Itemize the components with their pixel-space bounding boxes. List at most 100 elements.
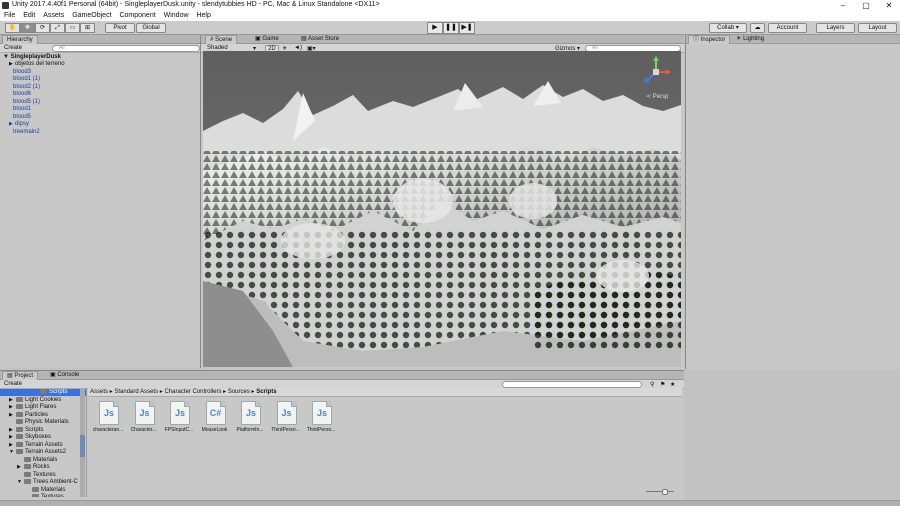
tab-asset-store[interactable]: ▤ Asset Store [297,35,343,43]
minimize-button[interactable]: – [832,0,854,11]
scale-tool-icon[interactable]: ⤢ [50,23,65,33]
maximize-button[interactable]: ▢ [855,0,877,11]
project-folder-item[interactable]: Materials [24,456,57,464]
project-folder-item[interactable]: Scripts [0,389,86,397]
filter-by-label-icon[interactable]: ⚑ [660,381,665,388]
play-button[interactable]: ▶ [427,22,443,34]
project-folder-item[interactable]: Textures [24,471,56,479]
move-tool-icon[interactable]: ✥ [20,23,35,33]
project-folder-item[interactable]: Materials [32,486,65,494]
project-folder-item[interactable]: Textures [32,494,64,497]
transform-tool-icon[interactable]: ⊞ [80,23,95,33]
tab-console[interactable]: ▣ Console [46,371,83,379]
breadcrumb-item[interactable]: Scripts [256,389,276,395]
close-button[interactable]: ✕ [878,0,900,11]
folder-tree-scroll-thumb[interactable] [80,435,85,457]
expand-arrow-icon[interactable]: ▶ [9,412,13,419]
expand-arrow-icon[interactable]: ▼ [17,479,22,486]
project-create-button[interactable]: Create [4,381,22,387]
account-dropdown[interactable]: Account [768,23,807,33]
project-folder-item[interactable]: ▼ Trees Ambient-C [17,479,78,486]
project-folder-item[interactable]: ▶ Light Flares [9,404,56,411]
menu-gameobject[interactable]: GameObject [72,11,111,21]
breadcrumb-item[interactable]: Standard Assets [114,389,158,395]
hierarchy-item[interactable]: blood2 (1) [13,84,40,91]
folder-icon [16,396,23,402]
layers-dropdown[interactable]: Layers [816,23,855,33]
tab-hierarchy[interactable]: Hierarchy [2,35,38,44]
expand-arrow-icon[interactable]: ▶ [9,427,13,434]
tab-project-label: Project [14,373,34,379]
tab-scene[interactable]: # Scene [205,35,238,44]
hierarchy-item[interactable]: blood3 [13,69,31,76]
menu-edit[interactable]: Edit [23,11,35,21]
expand-arrow-icon[interactable]: ▶ [9,434,13,441]
zoom-slider-thumb[interactable] [662,489,668,495]
pivot-toggle[interactable]: Pivot [105,23,135,33]
project-folder-item[interactable]: ▶ Rocks [17,464,50,471]
project-folder-item[interactable]: ▶ Particles [9,411,48,419]
project-file-item[interactable]: Js ThirdPerso... [304,401,338,433]
hierarchy-item[interactable]: ▶ objetos del terreno [9,61,65,68]
hierarchy-item[interactable]: blood1 (1) [13,76,40,83]
step-button[interactable]: ▶❚ [459,22,475,34]
tab-inspector[interactable]: ⓘ Inspector [688,35,731,44]
hierarchy-create-button[interactable]: Create [4,45,22,51]
project-folder-item[interactable]: ▶ Skyboxes [9,434,51,441]
expand-arrow-icon[interactable]: ▶ [9,404,13,411]
hierarchy-item[interactable]: ▶ dipsy [9,121,29,128]
project-folder-item[interactable]: ▶ Light Cookies [9,396,61,404]
global-toggle[interactable]: Global [136,23,166,33]
hierarchy-item[interactable]: blood5 [13,114,31,121]
expand-arrow-icon[interactable]: ▶ [9,61,13,67]
tab-inspector-label: Inspector [700,37,726,43]
project-search-input[interactable] [502,381,642,388]
project-folder-item[interactable]: ▶ Terrain Assets [9,441,63,449]
hierarchy-item[interactable]: blood5 (1) [13,99,40,106]
hierarchy-item[interactable]: blood6 [13,91,31,98]
filter-by-type-icon[interactable]: ⚲ [650,381,654,388]
expand-arrow-icon[interactable]: ▶ [17,464,21,471]
breadcrumb-item[interactable]: Assets [90,389,108,395]
expand-arrow-icon[interactable]: ▶ [9,442,13,449]
folder-tree-scrollbar[interactable] [80,389,85,497]
breadcrumb-item[interactable]: Character Controllers [164,389,221,395]
expand-arrow-icon[interactable]: ▶ [9,397,13,404]
project-folder-item[interactable]: ▶ Scripts [9,426,43,434]
tab-lighting[interactable]: ☀ Lighting [732,35,768,43]
scene-root[interactable]: ▼ SingleplayerDusk [3,54,61,61]
project-file-item[interactable]: Js characteran... [91,401,125,433]
expand-arrow-icon[interactable]: ▼ [9,449,14,456]
menu-help[interactable]: Help [196,11,210,21]
scene-viewport[interactable]: ≺ Persp [203,51,681,367]
menu-assets[interactable]: Assets [43,11,64,21]
zoom-slider[interactable] [646,489,674,495]
hierarchy-search-input[interactable]: All [52,45,200,52]
tab-project[interactable]: ▤ Project [2,371,39,380]
menu-component[interactable]: Component [119,11,155,21]
hierarchy-item[interactable]: treemain2 [13,129,40,136]
layout-dropdown[interactable]: Layout [858,23,897,33]
asset-store-tab-icon: ▤ [301,36,307,42]
rotate-tool-icon[interactable]: ⟳ [35,23,50,33]
menu-window[interactable]: Window [164,11,189,21]
pause-button[interactable]: ❚❚ [443,22,459,34]
project-folder-item[interactable]: Physic Materials [16,419,69,426]
tab-game[interactable]: ▣ Game [251,35,283,43]
favorites-icon[interactable]: ★ [670,381,675,388]
cloud-icon[interactable]: ☁ [750,23,765,33]
project-file-item[interactable]: Js ThirdPerso... [269,401,303,433]
menu-file[interactable]: File [4,11,15,21]
breadcrumb-item[interactable]: Sources [228,389,250,395]
project-folder-item[interactable]: ▼ Terrain Assets2 [9,449,66,456]
project-file-item[interactable]: Js Character... [127,401,161,433]
project-file-item[interactable]: C# MouseLook [198,401,232,433]
project-file-item[interactable]: Js PlatformIn... [233,401,267,433]
hand-tool-icon[interactable]: ✋ [5,23,20,33]
project-file-item[interactable]: Js FPSInputC... [162,401,196,433]
collab-dropdown[interactable]: Collab ▾ [709,23,747,33]
scene-orientation-gizmo[interactable]: ≺ Persp [639,55,673,100]
expand-arrow-icon[interactable]: ▶ [9,121,13,127]
hierarchy-item[interactable]: blood1 [13,106,31,113]
rect-tool-icon[interactable]: ▭ [65,23,80,33]
